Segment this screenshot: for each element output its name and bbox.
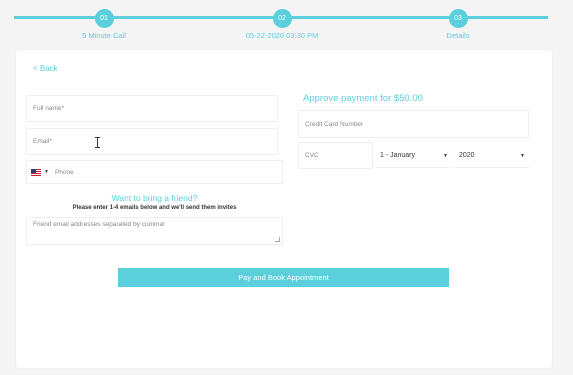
step-2-label: 05-22-2020 03:30 PM: [245, 31, 319, 40]
email-input[interactable]: Email*: [26, 128, 278, 155]
card-number-placeholder: Credit Card Number: [305, 120, 364, 128]
step-1-number: 01: [94, 9, 114, 28]
phone-input[interactable]: ▼ Phone: [26, 160, 283, 184]
full-name-input[interactable]: Full name*: [26, 95, 278, 122]
email-placeholder: Email*: [33, 138, 52, 145]
us-flag-icon[interactable]: [31, 168, 41, 176]
expiry-month-select[interactable]: 1 - January ▼: [376, 144, 452, 168]
step-3: 03 Details: [398, 9, 518, 40]
friend-emails-textarea[interactable]: Friend email addresses separated by comm…: [26, 217, 283, 245]
text-cursor-icon: [94, 137, 100, 149]
resize-handle-icon[interactable]: [275, 237, 280, 242]
cvc-placeholder: CVC: [305, 152, 319, 159]
expiry-year-select[interactable]: 2020 ▼: [455, 144, 529, 168]
phone-placeholder: Phone: [54, 168, 74, 176]
caret-down-icon: ▼: [520, 152, 525, 159]
friend-emails-placeholder: Friend email addresses separated by comm…: [33, 221, 165, 228]
expiry-month-value: 1 - January: [380, 152, 416, 159]
payment-title: Approve payment for $50.00: [303, 93, 423, 104]
step-3-label: Details: [446, 31, 470, 40]
friend-instructions: Please enter 1-4 emails below and we'll …: [72, 205, 237, 211]
step-3-number: 03: [448, 9, 468, 28]
progress-stepper: 01 5 Minute Call 02 05-22-2020 03:30 PM …: [0, 0, 573, 44]
cvc-input[interactable]: CVC: [298, 142, 373, 169]
card-number-input[interactable]: Credit Card Number: [298, 110, 529, 138]
step-1: 01 5 Minute Call: [44, 9, 164, 40]
friend-title: Want to bring a friend?: [111, 193, 198, 203]
step-2: 02 05-22-2020 03:30 PM: [222, 9, 342, 40]
country-caret-down-icon[interactable]: ▼: [44, 169, 49, 175]
expiry-year-value: 2020: [459, 152, 475, 159]
caret-down-icon: ▼: [443, 152, 448, 159]
back-link[interactable]: < Back: [33, 64, 58, 73]
pay-and-book-button[interactable]: Pay and Book Appointment: [118, 268, 449, 287]
step-1-label: 5 Minute Call: [82, 31, 126, 40]
full-name-placeholder: Full name*: [33, 105, 65, 112]
step-2-number: 02: [272, 9, 292, 28]
